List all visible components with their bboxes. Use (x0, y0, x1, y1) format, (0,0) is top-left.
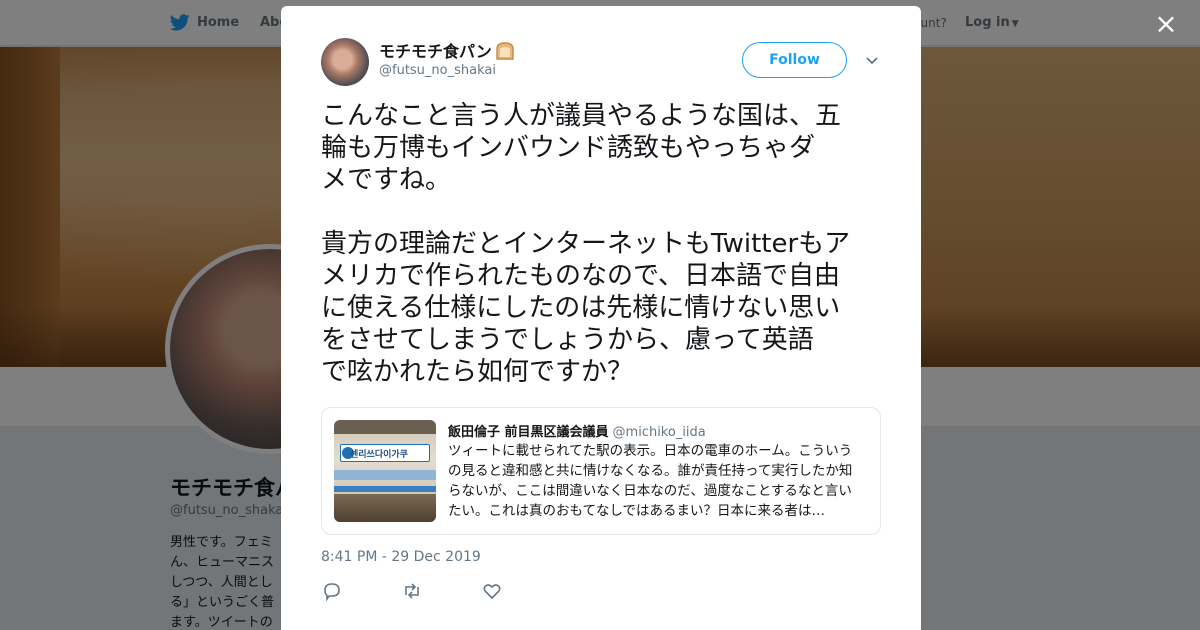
author-avatar[interactable] (321, 38, 369, 86)
tweet-text: こんなこと言う人が議員やるような国は、五 輪も万博もインバウンド誘致もやっちゃダ… (321, 100, 883, 388)
quoted-tweet-image: 센리쓰다이가쿠 (334, 420, 436, 522)
tweet-line: 貴方の理論だとインターネットもTwitterもア (321, 229, 851, 259)
quote-line: の見ると違和感と共に情けなくなる。誰が責任持って実行したか知 (448, 463, 853, 479)
bread-emoji-icon (494, 42, 516, 60)
quoted-tweet-card[interactable]: 센리쓰다이가쿠 飯田倫子 前目黒区議会議員 @michiko_iida ツィートに… (321, 407, 881, 535)
tweet-timestamp[interactable]: 8:41 PM - 29 Dec 2019 (321, 549, 481, 565)
thumb-ceiling (334, 420, 436, 434)
quote-line: たい。これは真のおもてなしではあるまい？日本に来る者は… (448, 503, 826, 519)
tweet-line: 輪も万博もインバウンド誘致もやっちゃダ (321, 133, 816, 163)
thumb-line-stripe (334, 486, 436, 492)
reply-icon[interactable] (321, 580, 343, 602)
author-name-text: モチモチ食パン (379, 42, 492, 61)
quote-line: らないが、ここは間違いなく日本なのだ、過度なことするなと言い (448, 483, 852, 499)
thumb-wall-band (334, 470, 436, 480)
thumb-platform (334, 494, 436, 522)
like-icon[interactable] (481, 580, 503, 602)
tweet-line: で呟かれたら如何ですか？ (321, 357, 634, 387)
caret-down-icon[interactable] (863, 52, 881, 68)
quote-line: ツィートに載せられてた駅の表示。日本の電車のホーム。こういう (448, 443, 853, 459)
tweet-line: に使える仕様にしたのは先様に情けない思い (321, 293, 841, 323)
tweet-line: こんなこと言う人が議員やるような国は、五 (321, 101, 842, 131)
tweet-line: をさせてしまうでしょうから、慮って英語 (321, 325, 814, 355)
close-icon[interactable]: × (1152, 10, 1180, 38)
quoted-tweet-text: ツィートに載せられてた駅の表示。日本の電車のホーム。こういう の見ると違和感と共… (448, 441, 870, 521)
tweet-line: メリカで作られたものなので、日本語で自由 (321, 261, 840, 291)
quoted-author-handle: @michiko_iida (612, 425, 706, 440)
retweet-icon[interactable] (401, 580, 423, 602)
station-sign-text: 센리쓰다이가쿠 (350, 450, 408, 460)
author-name[interactable]: モチモチ食パン (379, 38, 516, 62)
author-handle[interactable]: @futsu_no_shakai (379, 63, 496, 78)
quoted-author-name: 飯田倫子 前目黒区議会議員 (448, 425, 609, 440)
quoted-author: 飯田倫子 前目黒区議会議員 @michiko_iida (448, 421, 706, 440)
tweet-line: メですね。 (321, 165, 452, 195)
follow-button[interactable]: Follow (742, 42, 847, 78)
tweet-modal: モチモチ食パン @futsu_no_shakai Follow こんなこと言う人… (281, 6, 921, 630)
